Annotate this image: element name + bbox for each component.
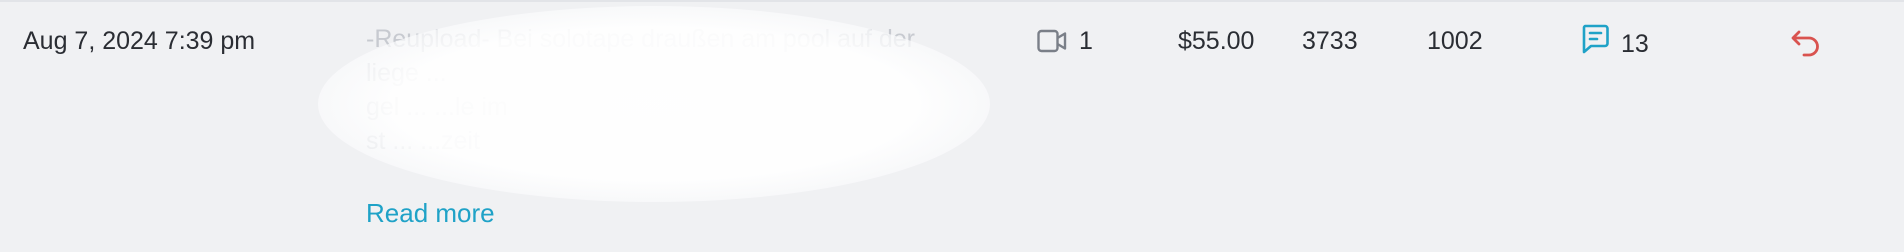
row-date: Aug 7, 2024 7:39 pm — [23, 27, 256, 55]
description-line-3: gel ... ...le im — [366, 93, 508, 121]
undo-button[interactable] — [1790, 28, 1824, 58]
video-count-value: 1 — [1079, 27, 1093, 55]
chat-message-icon — [1581, 24, 1609, 63]
message-count-value: 13 — [1621, 29, 1649, 58]
value-a: 3733 — [1302, 27, 1358, 55]
description-line-4: st ... ...zeit — [366, 127, 480, 155]
content-row: Aug 7, 2024 7:39 pm -Reupload- Bei solot… — [0, 0, 1904, 252]
undo-arrow-icon — [1790, 30, 1824, 62]
video-count: 1 — [1037, 24, 1093, 58]
row-description: -Reupload- Bei solotape draußen am pool … — [366, 22, 946, 158]
value-b: 1002 — [1427, 27, 1483, 55]
description-line-2: liege ... — [366, 59, 447, 87]
description-line-1: -Reupload- Bei solotape draußen am pool … — [366, 25, 915, 53]
price: $55.00 — [1178, 27, 1255, 55]
message-count[interactable]: 13 — [1581, 24, 1649, 63]
video-camera-icon — [1037, 29, 1067, 53]
read-more-link[interactable]: Read more — [366, 196, 495, 230]
